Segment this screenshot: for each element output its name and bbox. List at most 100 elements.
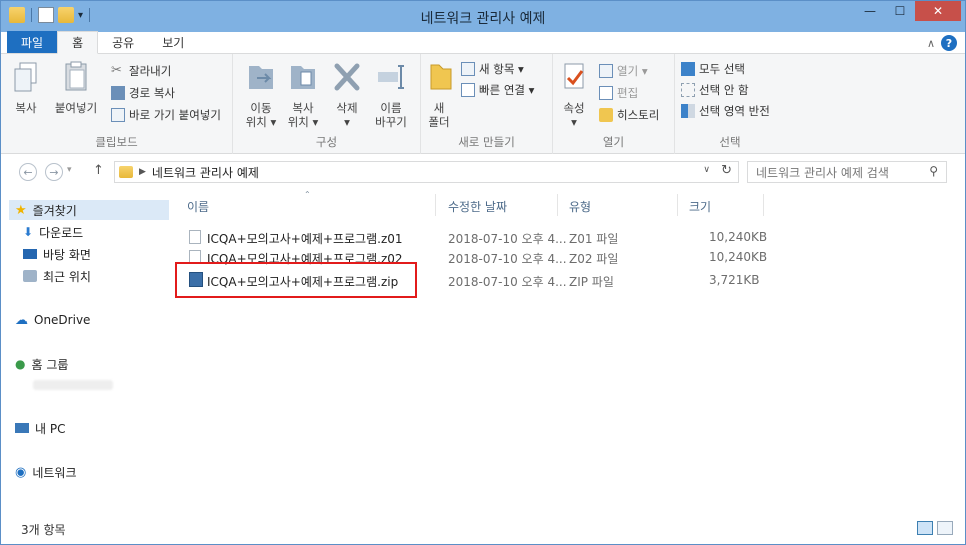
sidebar-item-pc[interactable]: 내 PC	[15, 418, 65, 438]
sidebar-item-homegroup[interactable]: ● 홈 그룹	[15, 354, 68, 374]
open-label: 열기 ▾	[617, 64, 648, 78]
column-divider[interactable]	[677, 194, 678, 216]
navigation-bar: ← → ▾ ↑ ▶ 네트워크 관리사 예제 ∨ ↻ 네트워크 관리사 예제 검색…	[1, 154, 965, 190]
explorer-window: ▾ 네트워크 관리사 예제 — ☐ ✕ 파일 홈 공유 보기 ∧ ? 복사 붙여…	[0, 0, 966, 545]
collapse-ribbon-icon[interactable]: ∧	[927, 37, 935, 50]
open-group-label: 열기	[602, 135, 625, 149]
sidebar-item-network[interactable]: ◉ 네트워크	[15, 462, 77, 482]
edit-button[interactable]: 편집	[599, 84, 638, 102]
delete-dropdown[interactable]: ▾	[329, 115, 365, 129]
select-all-label: 모두 선택	[699, 62, 745, 76]
recent-locations-button[interactable]: ▾	[67, 165, 72, 175]
sidebar-item-downloads[interactable]: ⬇ 다운로드	[23, 222, 83, 242]
large-icons-view-icon[interactable]	[937, 521, 953, 535]
history-button[interactable]: 히스토리	[599, 106, 659, 124]
cut-label: 잘라내기	[129, 64, 172, 78]
forward-button[interactable]: →	[45, 163, 63, 181]
column-divider[interactable]	[763, 194, 764, 216]
new-item-button[interactable]: 새 항목 ▾	[461, 60, 524, 78]
copy-path-button[interactable]: 경로 복사	[111, 84, 175, 102]
table-row[interactable]: ICQA+모의고사+예제+프로그램.z01 2018-07-10 오후 4...…	[187, 228, 787, 248]
item-count: 3개 항목	[21, 523, 66, 537]
properties-dropdown[interactable]: ▾	[557, 115, 591, 129]
rename-button[interactable]: 이름 바꾸기	[371, 60, 411, 129]
breadcrumb-current[interactable]: 네트워크 관리사 예제	[152, 164, 259, 181]
invert-selection-button[interactable]: 선택 영역 반전	[681, 102, 770, 120]
select-all-button[interactable]: 모두 선택	[681, 60, 745, 78]
tab-file[interactable]: 파일	[7, 31, 58, 53]
homegroup-icon: ●	[15, 357, 26, 371]
open-group: 속성 ▾ 열기 ▾ 편집 히스토리 열기	[553, 54, 675, 154]
refresh-icon[interactable]: ↻	[721, 163, 732, 178]
column-header-size[interactable]: 크기	[689, 196, 711, 216]
cloud-icon: ☁	[15, 312, 28, 328]
copy-to-button[interactable]: 복사 위치 ▾	[285, 60, 321, 129]
easy-access-button[interactable]: 빠른 연결 ▾	[461, 81, 534, 99]
maximize-button[interactable]: ☐	[885, 1, 915, 21]
scissors-icon: ✂	[111, 63, 122, 78]
new-group: 새 폴더 새 항목 ▾ 빠른 연결 ▾ 새로 만들기	[421, 54, 553, 154]
cut-button[interactable]: ✂ 잘라내기	[111, 62, 171, 80]
file-date: 2018-07-10 오후 4...	[448, 232, 567, 246]
tab-view[interactable]: 보기	[148, 31, 198, 53]
sidebar-item-desktop[interactable]: 바탕 화면	[23, 244, 91, 264]
star-icon: ★	[15, 202, 27, 218]
sidebar-item-onedrive[interactable]: ☁ OneDrive	[15, 310, 90, 330]
clipboard-group: 복사 붙여넣기 ✂ 잘라내기 경로 복사 바로 가기 붙여넣기 클립보드	[1, 54, 233, 154]
view-buttons	[917, 521, 953, 535]
back-arrow-icon: ←	[23, 165, 33, 179]
paste-icon	[65, 61, 87, 91]
sidebar-item-label: 최근 위치	[43, 269, 91, 284]
breadcrumb-separator-icon[interactable]: ▶	[139, 167, 146, 177]
new-folder-icon	[430, 64, 452, 90]
sidebar-item-label: 내 PC	[35, 421, 66, 436]
rename-label-2: 바꾸기	[375, 115, 407, 129]
edit-label: 편집	[617, 86, 639, 100]
help-icon[interactable]: ?	[941, 35, 957, 51]
properties-button[interactable]: 속성 ▾	[557, 60, 591, 129]
back-button[interactable]: ←	[19, 163, 37, 181]
status-bar: 3개 항목	[1, 513, 965, 544]
up-button[interactable]: ↑	[93, 163, 104, 178]
open-button[interactable]: 열기 ▾	[599, 62, 648, 80]
close-button[interactable]: ✕	[915, 1, 961, 21]
copy-path-icon	[111, 86, 125, 100]
homegroup-member-blurred[interactable]	[33, 380, 113, 390]
new-folder-button[interactable]: 새 폴더	[425, 60, 453, 129]
move-to-button[interactable]: 이동 위치 ▾	[243, 60, 279, 129]
paste-button[interactable]: 붙여넣기	[51, 60, 101, 115]
select-none-icon	[681, 83, 695, 97]
select-none-button[interactable]: 선택 안 함	[681, 81, 749, 99]
sidebar-item-label: 다운로드	[39, 225, 84, 240]
address-bar[interactable]: ▶ 네트워크 관리사 예제 ∨ ↻	[114, 161, 739, 183]
history-label: 히스토리	[617, 108, 660, 122]
rename-label: 이름	[380, 101, 402, 115]
edit-icon	[599, 86, 613, 100]
sidebar-item-favorites[interactable]: ★ 즐겨찾기	[9, 200, 169, 220]
copy-to-label-2: 위치 ▾	[287, 115, 319, 129]
address-dropdown-icon[interactable]: ∨	[703, 165, 710, 175]
minimize-button[interactable]: —	[855, 1, 885, 21]
paste-shortcut-button[interactable]: 바로 가기 붙여넣기	[111, 106, 221, 124]
sidebar-item-label: OneDrive	[34, 313, 91, 327]
copy-button[interactable]: 복사	[9, 60, 43, 115]
search-placeholder: 네트워크 관리사 예제 검색	[756, 165, 889, 180]
tab-share[interactable]: 공유	[98, 31, 148, 53]
ribbon-tabs: 파일 홈 공유 보기 ∧ ?	[1, 31, 965, 54]
tab-home[interactable]: 홈	[57, 31, 99, 54]
column-divider[interactable]	[557, 194, 558, 216]
column-header-type[interactable]: 유형	[569, 196, 591, 216]
new-item-label: 새 항목 ▾	[479, 62, 524, 76]
file-size: 10,240KB	[709, 230, 768, 244]
search-input[interactable]: 네트워크 관리사 예제 검색 ⚲	[747, 161, 947, 183]
column-header-date[interactable]: 수정한 날짜	[448, 196, 507, 216]
column-divider[interactable]	[435, 194, 436, 216]
column-header-name[interactable]: 이름	[187, 196, 209, 216]
search-icon[interactable]: ⚲	[929, 164, 938, 178]
invert-selection-icon	[681, 104, 695, 118]
paste-shortcut-icon	[111, 108, 125, 122]
sidebar-item-recent[interactable]: 최근 위치	[23, 266, 91, 286]
details-view-icon[interactable]	[917, 521, 933, 535]
highlight-box	[175, 262, 417, 298]
delete-button[interactable]: 삭제 ▾	[329, 60, 365, 129]
